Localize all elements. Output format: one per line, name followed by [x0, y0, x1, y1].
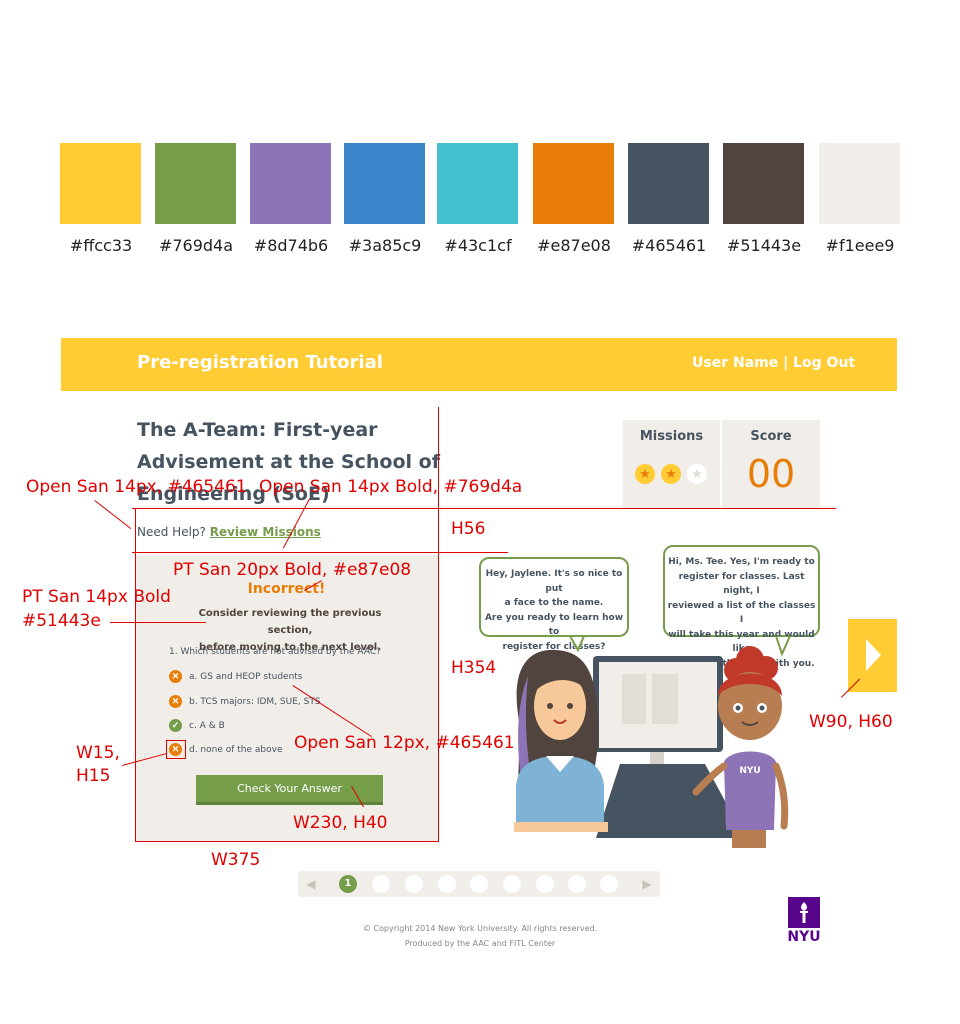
bubble-line: Hi, Ms. Tee. Yes, I'm ready to: [668, 557, 815, 567]
swatch-purple: [250, 143, 331, 224]
answer-option-a[interactable]: ✕ a. GS and HEOP students: [169, 669, 303, 684]
annotation-line: [438, 407, 439, 841]
student-speech-bubble: Hi, Ms. Tee. Yes, I'm ready to register …: [663, 545, 820, 669]
advisor-speech-bubble: Hey, Jaylene. It's so nice to put a face…: [479, 557, 629, 652]
answer-option-c[interactable]: ✓ c. A & B: [169, 718, 225, 733]
help-prefix: Need Help?: [137, 525, 210, 539]
missions-label: Missions: [639, 429, 704, 444]
annotation-label: Open San 12px, #465461: [294, 733, 515, 753]
annotation-label: PT San 20px Bold, #e87e08: [173, 560, 412, 580]
swatch-green: [155, 143, 236, 224]
monitor: [593, 656, 723, 764]
nyu-torch-logo: [788, 897, 820, 928]
swatch-label: #465461: [631, 236, 707, 255]
annotation-box: [166, 740, 186, 759]
swatch-blue: [344, 143, 425, 224]
swatch-label: #769d4a: [158, 236, 234, 255]
swatch-cream: [819, 143, 900, 224]
annotation-label: H56: [451, 519, 486, 539]
user-links: User Name | Log Out: [692, 355, 855, 371]
scene-illustration: [514, 636, 792, 848]
annotation-label: W375: [211, 850, 261, 870]
annotation-label: H354: [451, 658, 497, 678]
annotation-line: [132, 552, 508, 553]
swatch-teal: [437, 143, 518, 224]
question-text: 1. Which students are not advised by the…: [169, 647, 381, 657]
user-name-link[interactable]: User Name: [692, 355, 778, 371]
quiz-panel: Incorrect! Consider reviewing the previo…: [135, 555, 438, 841]
page-dot[interactable]: [600, 875, 618, 893]
annotation-line: [132, 508, 836, 509]
copyright-text: © Copyright 2014 New York University. Al…: [362, 924, 598, 933]
bubble-line: reviewed a list of the classes I: [667, 600, 816, 626]
bubble-line: a face to the name.: [504, 598, 604, 608]
page-dot[interactable]: [405, 875, 423, 893]
annotation-label: W230, H40: [293, 813, 388, 833]
bubble-tail: [568, 636, 586, 653]
option-label: b. TCS majors: IDM, SUE, STS: [189, 696, 321, 707]
swatch-orange: [533, 143, 614, 224]
logout-link[interactable]: Log Out: [793, 355, 855, 371]
annotation-label: #51443e: [22, 611, 101, 631]
shirt-logo-text: NYU: [739, 766, 761, 776]
result-message: Incorrect!: [247, 581, 326, 597]
option-label: d. none of the above: [189, 744, 283, 755]
bubble-line: Hey, Jaylene. It's so nice to put: [485, 569, 623, 594]
annotation-label: W15,: [76, 743, 120, 763]
swatch-label: #f1eee9: [825, 236, 895, 255]
page-dot[interactable]: [568, 875, 586, 893]
advice-line: Consider reviewing the previous section,: [198, 608, 382, 636]
page-dot[interactable]: [470, 875, 488, 893]
annotation-label: Open San 14px Bold, #769d4a: [259, 477, 523, 497]
review-missions-link[interactable]: Review Missions: [210, 525, 321, 539]
star-empty-icon: ★: [687, 464, 707, 484]
annotation-line: [135, 841, 439, 842]
answer-option-b[interactable]: ✕ b. TCS majors: IDM, SUE, STS: [169, 694, 321, 709]
page-dot[interactable]: [438, 875, 456, 893]
swatch-label: #ffcc33: [69, 236, 133, 255]
missions-box: Missions ★ ★ ★: [623, 420, 720, 508]
next-page-button[interactable]: ▶: [634, 871, 660, 897]
swatch-label: #51443e: [726, 236, 802, 255]
page-dot[interactable]: [503, 875, 521, 893]
option-label: a. GS and HEOP students: [189, 671, 303, 682]
separator: |: [778, 355, 794, 371]
annotation-label: Open San 14px, #465461: [26, 477, 247, 497]
option-label: c. A & B: [189, 720, 225, 731]
page-dot[interactable]: [372, 875, 390, 893]
answer-option-d[interactable]: ✕ d. none of the above: [169, 742, 283, 757]
page-dot-current[interactable]: 1: [339, 875, 357, 893]
swatch-slate: [628, 143, 709, 224]
annotation-label: H15: [76, 766, 111, 786]
pagination: ◀ 1 ▶: [298, 871, 660, 897]
score-label: Score: [750, 429, 792, 444]
star-icon: ★: [635, 464, 655, 484]
desk: [596, 764, 745, 838]
check-answer-button[interactable]: Check Your Answer: [196, 775, 383, 805]
score-value: 00: [746, 452, 796, 496]
swatch-brown: [723, 143, 804, 224]
footer: © Copyright 2014 New York University. Al…: [340, 921, 620, 951]
torch-icon: [800, 902, 808, 923]
swatch-yellow: [60, 143, 141, 224]
annotation-line: [135, 508, 136, 842]
prev-page-button[interactable]: ◀: [298, 871, 324, 897]
check-mark-icon: ✓: [169, 719, 182, 732]
bubble-line: register for classes. Last night, I: [678, 571, 805, 597]
swatch-label: #43c1cf: [444, 236, 512, 255]
app-title: Pre-registration Tutorial: [137, 352, 383, 373]
star-icon: ★: [661, 464, 681, 484]
bubble-tail: [774, 636, 792, 657]
page-dot[interactable]: [536, 875, 554, 893]
score-box: Score 00: [722, 420, 820, 508]
credits-text: Produced by the AAC and FITL Center: [404, 939, 556, 948]
nyu-logo-text: NYU: [787, 929, 821, 945]
annotation-pointer: [110, 622, 206, 623]
annotation-label: PT San 14px Bold: [22, 587, 171, 607]
wrong-mark-icon: ✕: [169, 670, 182, 683]
annotation-pointer: [94, 500, 132, 530]
annotation-label: W90, H60: [809, 712, 893, 732]
wrong-mark-icon: ✕: [169, 695, 182, 708]
swatch-label: #e87e08: [537, 236, 611, 255]
